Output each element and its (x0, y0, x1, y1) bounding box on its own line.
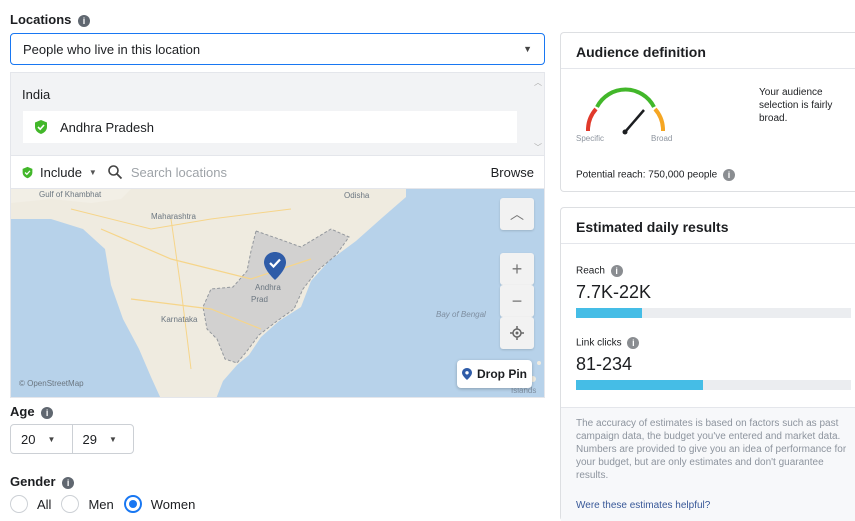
age-heading-label: Age (10, 404, 35, 419)
minus-icon: − (511, 290, 523, 311)
radio-button[interactable] (10, 495, 28, 513)
link-clicks-label-text: Link clicks (576, 337, 622, 349)
gender-options: All Men Women (10, 494, 205, 514)
reach-bar (576, 308, 851, 318)
info-icon[interactable]: i (62, 476, 75, 489)
browse-button[interactable]: Browse (491, 165, 534, 180)
link-clicks-bar-fill (576, 380, 703, 390)
age-min-select[interactable]: 20 ▼ (11, 425, 72, 453)
estimates-helpful-link[interactable]: Were these estimates helpful? (576, 499, 710, 512)
age-range: 20 ▼ 29 ▼ (10, 424, 134, 454)
age-max-value: 29 (82, 431, 97, 447)
reach-value: 7.7K-22K (576, 282, 652, 302)
map-label-pradesh: Prad (251, 295, 268, 304)
scroll-up-icon[interactable]: ︿ (534, 77, 542, 88)
country-label: India (22, 87, 51, 102)
zoom-in-button[interactable]: + (500, 253, 534, 285)
link-clicks-bar (576, 380, 851, 390)
locations-heading-label: Locations (10, 12, 72, 27)
reach-label: Reach i (576, 265, 623, 277)
gender-heading: Gender i (10, 474, 75, 489)
age-heading: Age i (10, 404, 54, 419)
selected-location-item[interactable]: Andhra Pradesh (23, 111, 517, 143)
gender-option-all[interactable]: All (10, 495, 51, 513)
locations-heading: Locations i (10, 12, 91, 27)
plus-icon: + (511, 258, 523, 279)
map-label-karnataka: Karnataka (161, 315, 198, 324)
drop-pin-button[interactable]: Drop Pin (457, 360, 532, 388)
include-search-bar: Include ▼ Browse (10, 156, 545, 188)
estimates-disclaimer: The accuracy of estimates is based on fa… (561, 407, 855, 521)
gender-option-label: Men (88, 496, 114, 512)
caret-down-icon[interactable]: ▼ (89, 168, 97, 177)
location-type-select[interactable]: People who live in this location ▼ (10, 33, 545, 65)
info-icon[interactable]: i (78, 14, 91, 27)
gender-heading-label: Gender (10, 474, 56, 489)
pin-icon (462, 368, 472, 380)
panel-title: Audience definition (561, 33, 855, 69)
locate-button[interactable] (500, 317, 534, 349)
info-icon[interactable]: i (41, 406, 54, 419)
info-icon[interactable]: i (610, 265, 623, 277)
gauge-broad-label: Broad (651, 134, 673, 143)
location-type-value: People who live in this location (23, 41, 201, 57)
scroll-down-icon[interactable]: ﹀ (534, 142, 542, 153)
gender-option-women[interactable]: Women (123, 495, 196, 513)
caret-down-icon: ▼ (108, 434, 117, 444)
drop-pin-label: Drop Pin (477, 367, 527, 381)
search-locations-input[interactable] (130, 164, 431, 180)
map-pin-icon[interactable] (263, 251, 287, 281)
age-max-select[interactable]: 29 ▼ (73, 425, 134, 453)
map-label-andhra: Andhra (255, 283, 281, 292)
estimated-daily-results-panel: Estimated daily results Reach i 7.7K-22K… (560, 207, 855, 521)
map-label-top: Gulf of Khambhat (39, 190, 102, 199)
age-min-value: 20 (21, 431, 36, 447)
potential-reach-text: Potential reach: 750,000 people (576, 169, 718, 181)
radio-button-checked[interactable] (123, 495, 142, 513)
info-icon[interactable]: i (627, 337, 640, 349)
reach-bar-fill (576, 308, 642, 318)
location-map[interactable]: Gulf of Khambhat Odisha Maharashtra Andh… (10, 188, 545, 398)
panel-title: Estimated daily results (561, 208, 855, 244)
gauge-specific-label: Specific (576, 134, 605, 143)
link-clicks-value: 81-234 (576, 354, 633, 374)
include-shield-icon (22, 166, 33, 178)
map-label-odisha: Odisha (344, 191, 370, 200)
map-label-maharashtra: Maharashtra (151, 212, 196, 221)
info-icon[interactable]: i (723, 169, 736, 181)
list-scrollbar[interactable]: ︿ ﹀ (534, 77, 542, 153)
selected-locations-list: India Andhra Pradesh ︿ ﹀ (10, 72, 545, 156)
include-dropdown[interactable]: Include (40, 165, 82, 180)
radio-button[interactable] (61, 495, 80, 513)
locate-icon (510, 326, 524, 340)
included-shield-icon (35, 120, 47, 134)
selected-location-label: Andhra Pradesh (60, 119, 154, 135)
gender-option-men[interactable]: Men (61, 495, 114, 513)
audience-definition-panel: Audience definition Specific Broad Your … (560, 32, 855, 192)
caret-down-icon: ▼ (47, 434, 56, 444)
map-label-bay: Bay of Bengal (436, 310, 486, 319)
potential-reach: Potential reach: 750,000 people i (576, 169, 736, 181)
gender-option-label: Women (150, 496, 196, 512)
zoom-out-button[interactable]: − (500, 285, 534, 317)
search-icon (108, 165, 122, 180)
link-clicks-label: Link clicks i (576, 337, 640, 349)
reach-label-text: Reach (576, 265, 605, 277)
gender-option-label: All (37, 496, 52, 512)
chevron-up-icon: ︿ (510, 206, 524, 222)
caret-down-icon: ▼ (523, 44, 532, 54)
disclaimer-text: The accuracy of estimates is based on fa… (576, 418, 847, 481)
map-collapse-button[interactable]: ︿ (500, 198, 534, 230)
map-attribution: © OpenStreetMap (19, 379, 84, 388)
audience-description: Your audience selection is fairly broad. (759, 87, 833, 124)
